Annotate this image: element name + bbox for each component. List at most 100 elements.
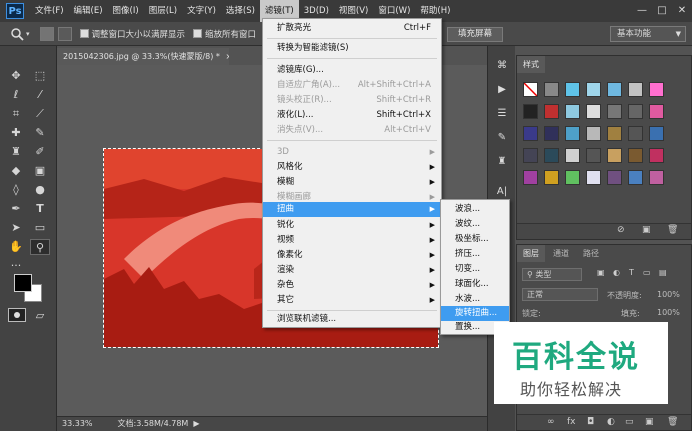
layer-style-icon[interactable]: fx: [567, 417, 576, 427]
adjustment-filter-icon[interactable]: ◐: [613, 268, 620, 277]
dodge-tool-icon[interactable]: ●: [30, 182, 50, 198]
pen-tool-icon[interactable]: ✒: [6, 201, 26, 217]
opacity-value[interactable]: 100%: [657, 290, 680, 299]
close-button[interactable]: ✕: [672, 0, 692, 22]
document-tab[interactable]: 2015042306.jpg @ 33.3%(快速蒙版/8) * ×: [57, 48, 229, 65]
more-tools-icon[interactable]: ···: [6, 258, 26, 274]
style-swatch[interactable]: [649, 126, 664, 141]
style-swatch[interactable]: [544, 170, 559, 185]
style-swatch[interactable]: [565, 104, 580, 119]
menu-item-distort[interactable]: 扭曲 ▶: [263, 202, 441, 217]
close-icon[interactable]: ×: [225, 52, 229, 61]
menu-item-filter-gallery[interactable]: 滤镜库(G)...: [263, 63, 441, 78]
menu-item-browse-online-filters[interactable]: 浏览联机滤镜...: [263, 312, 441, 327]
history-panel-icon[interactable]: ⌘: [493, 58, 511, 74]
foreground-color-swatch[interactable]: [14, 274, 32, 292]
menu-item-3d[interactable]: 3D ▶: [263, 145, 441, 160]
style-swatch[interactable]: [628, 82, 643, 97]
workspace-select[interactable]: 基本功能 ▼: [610, 26, 686, 42]
move-tool-icon[interactable]: ✥: [6, 68, 26, 84]
menu-item-lens-correction[interactable]: 镜头校正(R)... Shift+Ctrl+R: [263, 93, 441, 108]
menu-item-noise[interactable]: 杂色 ▶: [263, 278, 441, 293]
menu-item-video[interactable]: 视频 ▶: [263, 233, 441, 248]
menu-item-other[interactable]: 其它 ▶: [263, 293, 441, 308]
style-swatch[interactable]: [649, 148, 664, 163]
screen-mode-icon[interactable]: ▱: [30, 308, 50, 324]
shape-filter-icon[interactable]: ▭: [643, 268, 651, 277]
tab-layers[interactable]: 图层: [517, 245, 545, 262]
menu-select[interactable]: 选择(S): [221, 0, 260, 22]
submenu-item-shear[interactable]: 切变...: [441, 262, 509, 277]
submenu-item-wave[interactable]: 波浪...: [441, 202, 509, 217]
style-swatch[interactable]: [649, 82, 664, 97]
magic-wand-tool-icon[interactable]: ⁄: [30, 87, 50, 103]
menu-item-stylize[interactable]: 风格化 ▶: [263, 160, 441, 175]
marquee-tool-icon[interactable]: ⬚: [30, 68, 50, 84]
style-swatch[interactable]: [544, 82, 559, 97]
menu-file[interactable]: 文件(F): [30, 0, 69, 22]
path-selection-tool-icon[interactable]: ➤: [6, 220, 26, 236]
submenu-item-zigzag[interactable]: 水波...: [441, 292, 509, 307]
delete-style-icon[interactable]: 🗑: [667, 225, 678, 235]
blur-tool-icon[interactable]: ◊: [6, 182, 26, 198]
zoom-all-checkbox[interactable]: [193, 29, 203, 38]
minimize-button[interactable]: —: [632, 0, 652, 22]
menu-image[interactable]: 图像(I): [108, 0, 144, 22]
adjustment-layer-icon[interactable]: ◐: [607, 417, 615, 427]
style-swatch[interactable]: [628, 104, 643, 119]
style-swatch[interactable]: [586, 82, 601, 97]
menu-item-render[interactable]: 渲染 ▶: [263, 263, 441, 278]
gradient-tool-icon[interactable]: ▣: [30, 163, 50, 179]
style-swatch-none[interactable]: [523, 82, 538, 97]
menu-item-sharpen[interactable]: 锐化 ▶: [263, 218, 441, 233]
eyedropper-tool-icon[interactable]: ⟋: [30, 106, 50, 122]
style-swatch[interactable]: [565, 126, 580, 141]
lasso-tool-icon[interactable]: ℓ: [6, 87, 26, 103]
zoom-tool-icon[interactable]: [10, 27, 24, 41]
style-swatch[interactable]: [544, 148, 559, 163]
status-menu-arrow-icon[interactable]: ▶: [188, 417, 199, 431]
style-swatch[interactable]: [586, 170, 601, 185]
resize-windows-checkbox[interactable]: [79, 29, 89, 38]
menu-type[interactable]: 文字(Y): [182, 0, 221, 22]
menu-item-adaptive-wide-angle[interactable]: 自适应广角(A)... Alt+Shift+Ctrl+A: [263, 78, 441, 93]
history-brush-tool-icon[interactable]: ✐: [30, 144, 50, 160]
style-swatch[interactable]: [586, 104, 601, 119]
style-swatch[interactable]: [649, 104, 664, 119]
style-swatch[interactable]: [628, 148, 643, 163]
eraser-tool-icon[interactable]: ◆: [6, 163, 26, 179]
style-swatch[interactable]: [607, 104, 622, 119]
properties-panel-icon[interactable]: ☰: [493, 106, 511, 122]
hand-tool-icon[interactable]: ✋: [6, 239, 26, 255]
zoom-out-button[interactable]: [57, 26, 72, 41]
actions-panel-icon[interactable]: ▶: [493, 82, 511, 98]
style-swatch[interactable]: [523, 104, 538, 119]
style-swatch[interactable]: [607, 170, 622, 185]
menu-layer[interactable]: 图层(L): [144, 0, 182, 22]
menu-item-vanishing-point[interactable]: 消失点(V)... Alt+Ctrl+V: [263, 123, 441, 138]
restore-button[interactable]: □: [652, 0, 672, 22]
style-swatch[interactable]: [565, 170, 580, 185]
menu-item-blur[interactable]: 模糊 ▶: [263, 175, 441, 190]
menu-item-last-filter[interactable]: 扩散亮光 Ctrl+F: [263, 21, 441, 36]
style-swatch[interactable]: [586, 126, 601, 141]
rectangle-tool-icon[interactable]: ▭: [30, 220, 50, 236]
fill-value[interactable]: 100%: [657, 308, 680, 317]
smart-object-filter-icon[interactable]: ▤: [659, 268, 667, 277]
fill-screen-button[interactable]: 填充屏幕: [447, 27, 503, 42]
clone-stamp-tool-icon[interactable]: ♜: [6, 144, 26, 160]
style-swatch[interactable]: [628, 170, 643, 185]
menu-item-pixelate[interactable]: 像素化 ▶: [263, 248, 441, 263]
zoom-tool-selected-icon[interactable]: ⚲: [30, 239, 50, 255]
style-swatch[interactable]: [565, 82, 580, 97]
brush-tool-icon[interactable]: ✎: [30, 125, 50, 141]
style-swatch[interactable]: [607, 126, 622, 141]
style-swatch[interactable]: [607, 148, 622, 163]
style-swatch[interactable]: [649, 170, 664, 185]
layer-mask-icon[interactable]: ◘: [587, 417, 594, 427]
delete-layer-icon[interactable]: 🗑: [667, 417, 678, 427]
clone-source-panel-icon[interactable]: ♜: [493, 154, 511, 170]
submenu-item-spherize[interactable]: 球面化...: [441, 277, 509, 292]
submenu-item-ripple[interactable]: 波纹...: [441, 217, 509, 232]
quick-mask-icon[interactable]: [8, 308, 26, 322]
